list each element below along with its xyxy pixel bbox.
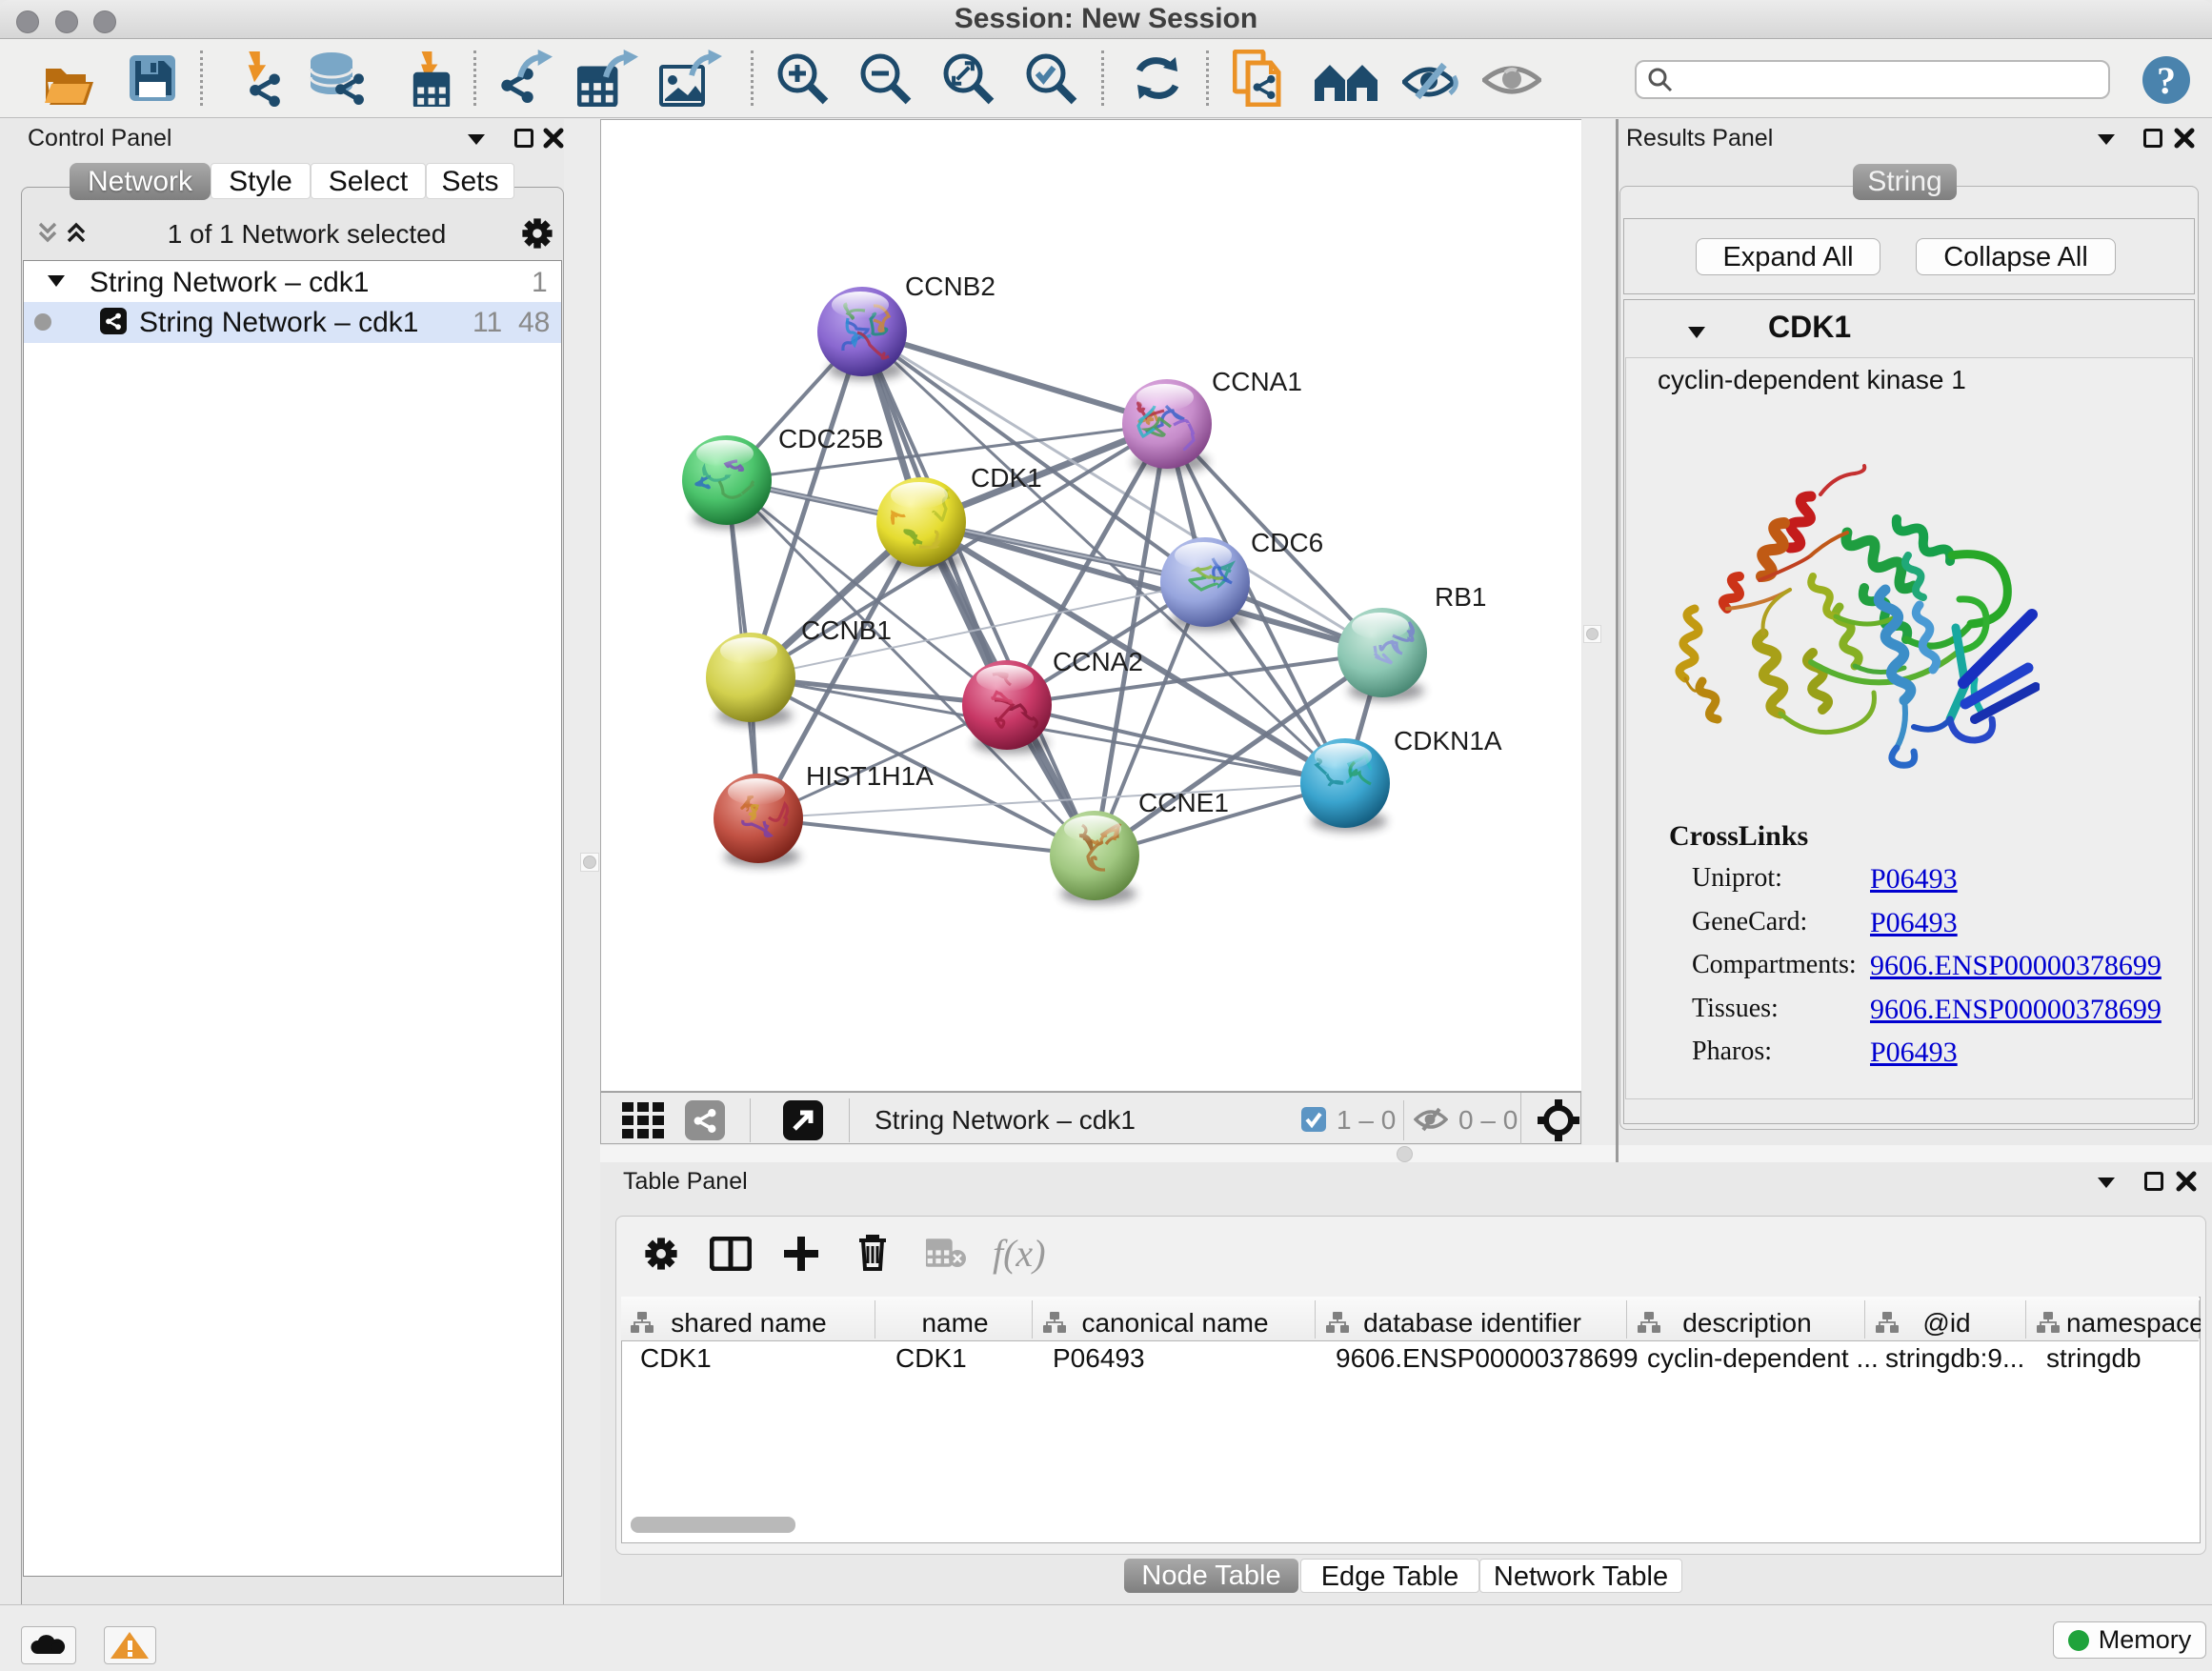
svg-text:CCNA2: CCNA2 xyxy=(1053,647,1143,676)
svg-text:CCNE1: CCNE1 xyxy=(1138,788,1229,817)
svg-text:CCNB2: CCNB2 xyxy=(905,272,995,301)
svg-text:CCNA1: CCNA1 xyxy=(1212,367,1302,396)
svg-text:CDKN1A: CDKN1A xyxy=(1394,726,1502,755)
svg-text:HIST1H1A: HIST1H1A xyxy=(806,761,934,791)
svg-text:CDK1: CDK1 xyxy=(971,463,1042,493)
svg-text:CCNB1: CCNB1 xyxy=(801,615,892,645)
svg-text:RB1: RB1 xyxy=(1435,582,1486,612)
svg-text:?: ? xyxy=(2157,59,2176,102)
svg-text:CDC25B: CDC25B xyxy=(778,424,883,453)
svg-text:CDC6: CDC6 xyxy=(1251,528,1323,557)
